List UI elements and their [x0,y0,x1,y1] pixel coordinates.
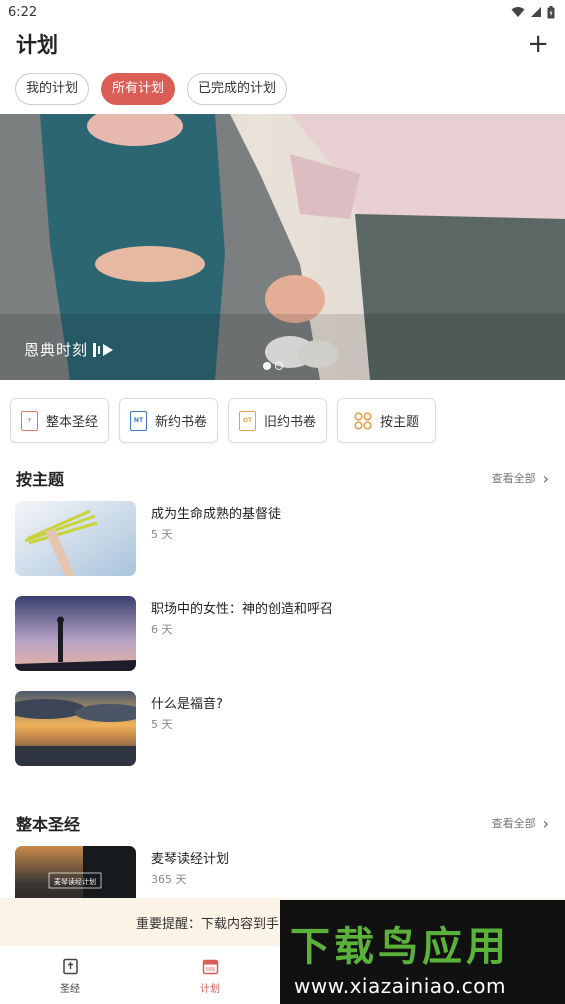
topic-plan-list: 成为生命成熟的基督徒 5 天 职场中的女性：神的创造和呼召 6 天 什么是福音?… [0,493,565,778]
tab-bible[interactable]: 圣经 [0,946,140,1004]
banner-pagination [263,362,283,370]
see-all-label: 查看全部 [491,472,536,485]
status-icons [511,5,555,19]
see-all-label: 查看全部 [491,817,536,830]
section-title: 按主题 [16,470,65,489]
plan-thumbnail [15,691,136,766]
bible-book-icon: ✝ [20,410,38,431]
new-testament-button[interactable]: NT 新约书卷 [119,398,218,443]
bottom-nav: 圣经 计划 [0,946,280,1004]
watermark: 下载鸟应用 www.xiazainiao.com [280,900,565,1004]
ot-book-icon: OT [238,410,256,431]
chip-my-plans[interactable]: 我的计划 [15,73,90,105]
plan-title: 职场中的女性：神的创造和呼召 [151,602,334,617]
banner-dot [275,362,283,370]
plan-title: 麦琴读经计划 [151,852,230,867]
plan-thumbnail [15,596,136,671]
see-all-link[interactable]: 查看全部 › [492,469,549,488]
plan-filter-chips: 我的计划 所有计划 已完成的计划 [0,64,565,114]
notice-text: 重要提醒：下载内容到手 [136,916,280,932]
chip-completed-plans[interactable]: 已完成的计划 [187,73,288,105]
plan-duration: 365 天 [151,873,187,886]
plan-duration: 5 天 [151,528,173,541]
by-topic-button[interactable]: 按主题 [337,398,436,443]
whole-bible-label: 整本圣经 [45,415,98,430]
section-header-whole-bible: 整本圣经 查看全部 › [0,808,565,838]
list-item[interactable]: 职场中的女性：神的创造和呼召 6 天 [15,588,550,683]
status-time: 6:22 [8,4,38,20]
whole-bible-button[interactable]: ✝ 整本圣经 [10,398,109,443]
plan-duration: 6 天 [151,623,173,636]
add-plan-button[interactable]: + [527,31,549,57]
section-title: 整本圣经 [16,815,81,834]
chevron-right-icon: › [542,468,549,488]
chevron-right-icon: › [542,813,549,833]
chip-all-plans[interactable]: 所有计划 [101,73,176,105]
wifi-icon [511,7,525,17]
banner-caption: 恩典时刻 [24,339,115,360]
app-header: 计划 + [0,24,565,64]
banner-dot [263,362,271,370]
see-all-link[interactable]: 查看全部 › [492,814,549,833]
list-item[interactable]: 什么是福音? 5 天 [15,683,550,778]
plan-title: 什么是福音? [151,697,223,712]
thumb-text: 麦琴读经计划 [54,877,96,886]
banner-caption-text: 恩典时刻 [24,341,89,359]
status-bar: 6:22 [0,0,565,24]
old-testament-label: 旧约书卷 [263,415,316,430]
page-title: 计划 [16,33,58,57]
battery-icon [547,5,555,18]
tab-bible-label: 圣经 [60,984,80,995]
calendar-icon [202,959,218,975]
plan-thumbnail [15,501,136,576]
signal-icon [531,7,541,17]
bible-icon [62,958,78,975]
topic-grid-icon [354,411,372,430]
plan-duration: 5 天 [151,718,173,731]
section-header-topics: 按主题 查看全部 › [0,463,565,493]
plan-title: 成为生命成熟的基督徒 [151,507,282,522]
by-topic-label: 按主题 [379,415,419,430]
tab-plans[interactable]: 计划 [140,946,280,1004]
old-testament-button[interactable]: OT 旧约书卷 [228,398,327,443]
featured-banner[interactable]: 恩典时刻 [0,114,565,380]
sound-wave-icon [93,342,114,357]
watermark-url: www.xiazainiao.com [294,974,506,998]
new-testament-label: 新约书卷 [154,415,207,430]
watermark-brand: 下载鸟应用 [290,924,510,970]
tab-plans-label: 计划 [200,984,220,995]
nt-book-icon: NT [129,410,147,431]
quick-actions: ✝ 整本圣经 NT 新约书卷 OT 旧约书卷 按主题 [0,380,565,463]
list-item[interactable]: 成为生命成熟的基督徒 5 天 [15,493,550,588]
